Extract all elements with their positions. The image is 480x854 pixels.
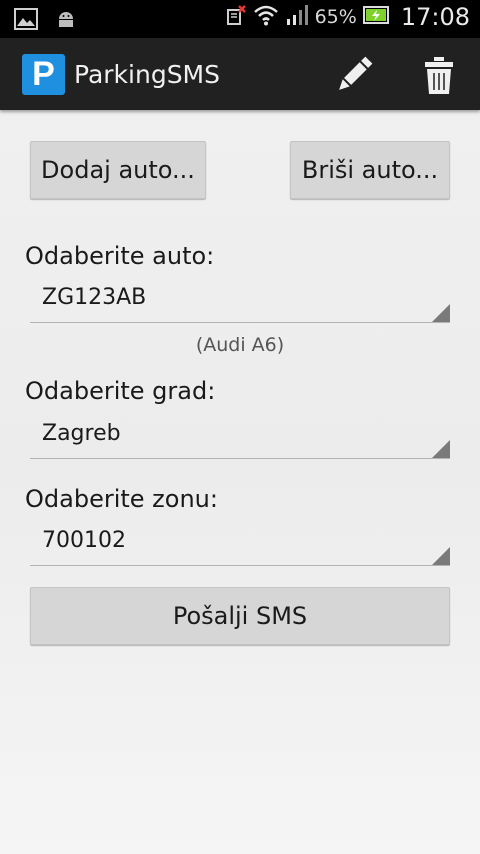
wifi-icon (253, 4, 279, 30)
zone-spinner-value: 700102 (42, 528, 126, 553)
android-debug-icon (56, 9, 76, 33)
city-spinner-value: Zagreb (42, 421, 121, 446)
dropdown-corner-icon (432, 440, 450, 458)
app-logo-letter: P (32, 55, 55, 93)
car-label: Odaberite auto: (25, 242, 215, 270)
car-spinner[interactable]: ZG123AB (30, 285, 450, 323)
sim-error-icon (225, 4, 247, 30)
trash-icon[interactable] (422, 56, 456, 96)
add-car-button[interactable]: Dodaj auto... (30, 141, 206, 199)
zone-label: Odaberite zonu: (25, 485, 218, 513)
car-model-hint: (Audi A6) (195, 334, 285, 356)
app-logo-icon[interactable]: P (22, 54, 65, 95)
dropdown-corner-icon (432, 547, 450, 565)
zone-spinner[interactable]: 700102 (30, 528, 450, 566)
edit-pencil-icon[interactable] (332, 54, 376, 96)
clock: 17:08 (400, 3, 470, 31)
car-spinner-value: ZG123AB (42, 285, 147, 310)
signal-icon (285, 4, 309, 30)
gallery-icon (14, 8, 38, 34)
action-bar: P ParkingSMS (0, 38, 480, 110)
battery-charging-icon (362, 4, 391, 30)
city-label: Odaberite grad: (25, 377, 216, 405)
dropdown-corner-icon (432, 304, 450, 322)
city-spinner[interactable]: Zagreb (30, 421, 450, 459)
battery-percent: 65% (314, 6, 357, 28)
send-sms-button[interactable]: Pošalji SMS (30, 587, 450, 645)
delete-car-button[interactable]: Briši auto... (290, 141, 450, 199)
app-title: ParkingSMS (74, 60, 220, 89)
status-bar: 65% 17:08 (0, 0, 480, 38)
